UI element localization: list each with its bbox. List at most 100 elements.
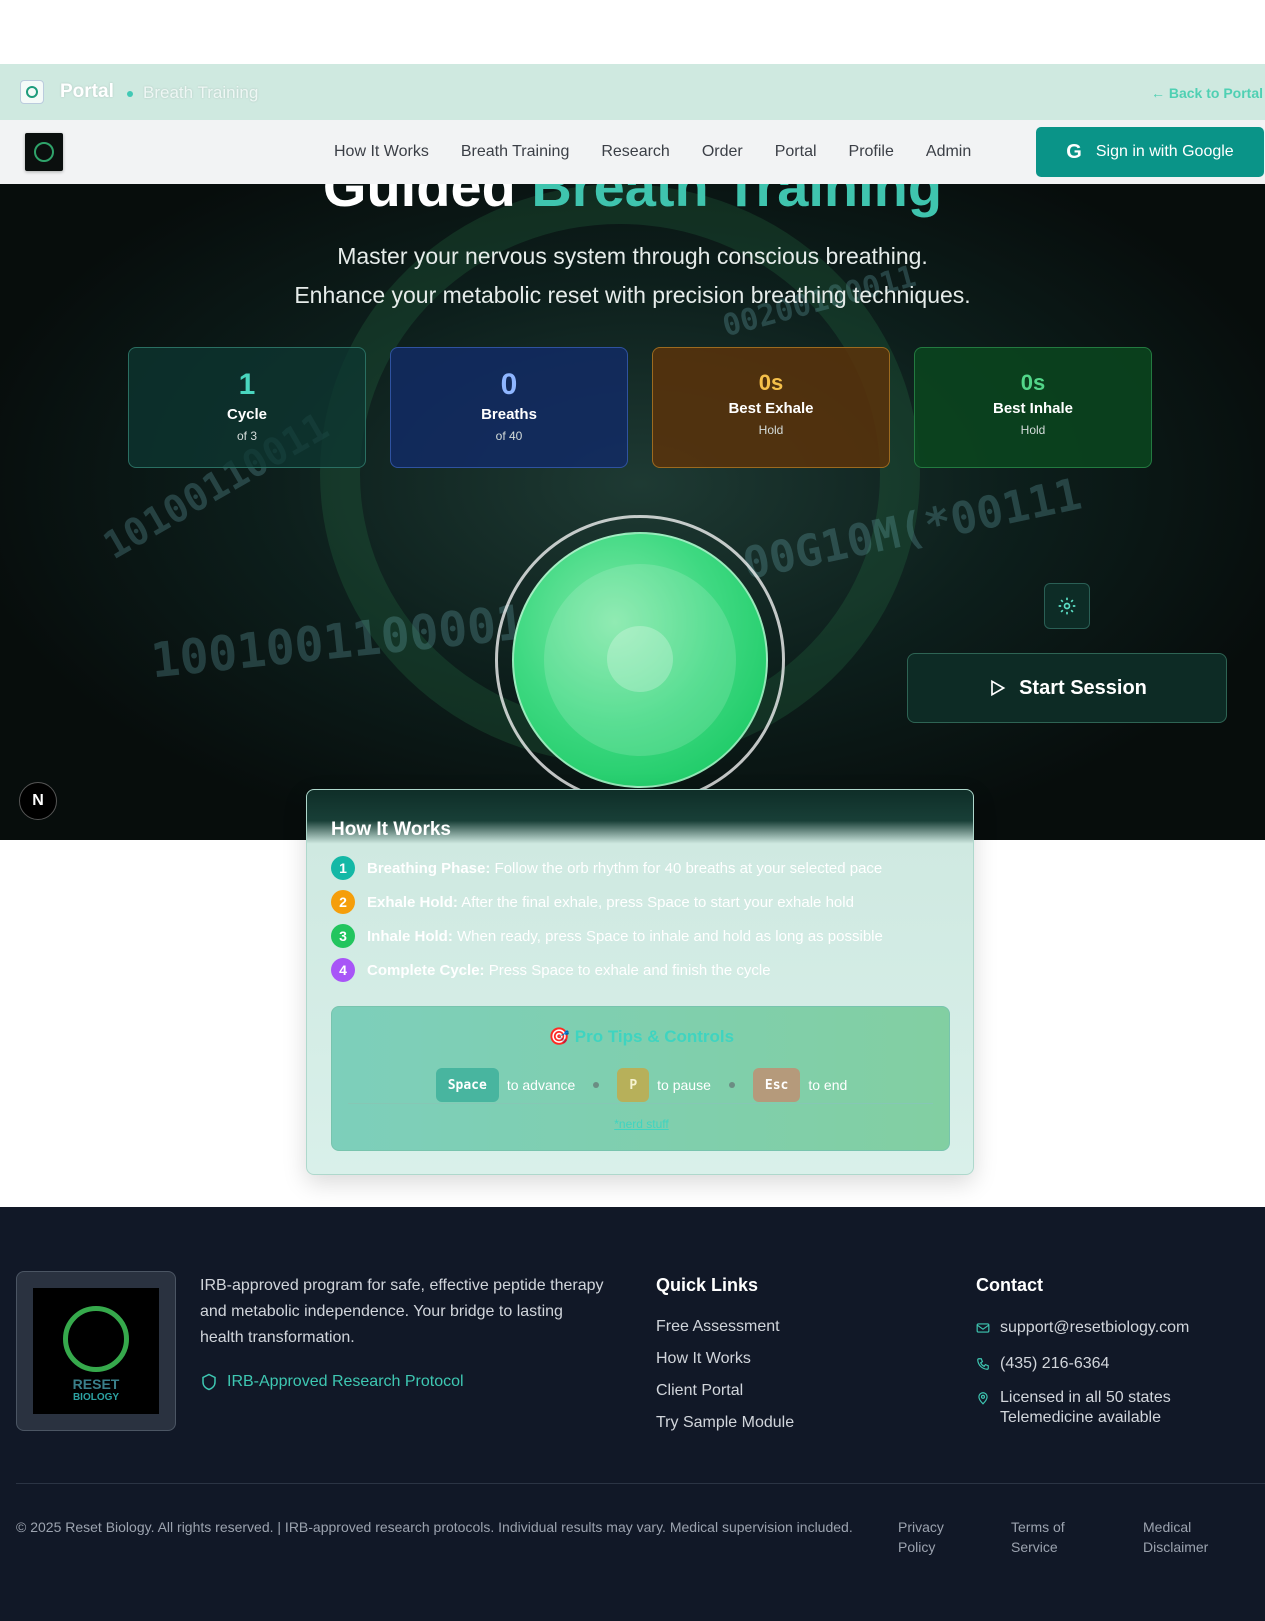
title-plain: Guided <box>322 184 516 218</box>
step-text: Press Space to exhale and finish the cyc… <box>488 961 771 979</box>
how-it-works-card: How It Works 1 Breathing Phase: Follow t… <box>306 789 974 1175</box>
quick-links-title: Quick Links <box>656 1275 759 1295</box>
location-line-2: Telemedicine available <box>1000 1409 1161 1426</box>
stat-card-best-exhale: 0s Best Exhale Hold <box>652 347 890 468</box>
stat-sub: Hold <box>758 423 784 437</box>
step-item: 3 Inhale Hold: When ready, press Space t… <box>331 924 883 948</box>
hero-subtitle-1: Master your nervous system through consc… <box>337 243 928 269</box>
medical-disclaimer-link[interactable]: Medical Disclaimer <box>1143 1517 1233 1557</box>
nav-links: How It Works Breath Training Research Or… <box>334 120 1003 184</box>
nav-order[interactable]: Order <box>702 143 743 161</box>
google-icon: G <box>1066 140 1082 163</box>
nav-how-it-works[interactable]: How It Works <box>334 143 429 161</box>
stat-value: 0s <box>758 370 784 395</box>
bullet-separator <box>728 1082 735 1088</box>
footer-link-free-assessment[interactable]: Free Assessment <box>656 1318 780 1336</box>
step-number: 4 <box>331 958 355 982</box>
contact-phone[interactable]: (435) 216-6364 <box>976 1354 1109 1374</box>
back-to-portal-link[interactable]: ← Back to Portal <box>1151 85 1263 101</box>
stat-label: Best Inhale <box>992 400 1074 417</box>
email-text: support@resetbiology.com <box>1000 1319 1190 1336</box>
stat-sub: Hold <box>1020 423 1046 437</box>
step-item: 2 Exhale Hold: After the final exhale, p… <box>331 890 854 914</box>
google-sign-in-button[interactable]: G Sign in with Google <box>1036 127 1264 177</box>
settings-button[interactable] <box>1044 583 1090 629</box>
step-title: Breathing Phase: <box>367 859 491 877</box>
stat-sub: of 3 <box>236 429 257 443</box>
shield-icon <box>202 1373 216 1391</box>
esc-key-text: to end <box>808 1077 848 1093</box>
step-text: When ready, press Space to inhale and ho… <box>457 927 883 945</box>
stat-card-best-inhale: 0s Best Inhale Hold <box>914 347 1152 468</box>
nav-admin[interactable]: Admin <box>926 143 971 161</box>
nav-portal[interactable]: Portal <box>775 143 817 161</box>
terms-link[interactable]: Terms of Service <box>1011 1517 1091 1557</box>
pro-tips-box: 🎯 Pro Tips & Controls Space to advance P… <box>331 1006 950 1151</box>
contact-title: Contact <box>976 1275 1043 1295</box>
logo-text: BIOLOGY <box>72 1392 120 1403</box>
footer-link-client-portal[interactable]: Client Portal <box>656 1382 743 1400</box>
mail-icon <box>976 1323 990 1333</box>
phone-icon <box>977 1358 989 1370</box>
footer-divider <box>16 1483 1265 1484</box>
space-key-text: to advance <box>506 1077 576 1093</box>
site-footer: RESET BIOLOGY IRB-approved program for s… <box>0 1207 1265 1621</box>
divider <box>348 1103 933 1104</box>
nav-breath-training[interactable]: Breath Training <box>461 143 570 161</box>
step-number: 2 <box>331 890 355 914</box>
start-session-label: Start Session <box>1019 676 1147 699</box>
esc-key: Esc <box>752 1068 801 1102</box>
portal-header: Portal Breath Training ← Back to Portal <box>0 64 1265 120</box>
gear-icon <box>1058 597 1076 615</box>
contact-location: Licensed in all 50 states Telemedicine a… <box>976 1388 1171 1428</box>
privacy-policy-link[interactable]: Privacy Policy <box>898 1517 968 1557</box>
map-pin-icon <box>978 1392 988 1405</box>
step-title: Exhale Hold: <box>367 893 458 911</box>
sign-in-label: Sign in with Google <box>1095 143 1234 160</box>
stat-label: Best Exhale <box>728 400 814 417</box>
pro-tips-title: 🎯 Pro Tips & Controls <box>548 1027 735 1046</box>
portal-subtitle: Breath Training <box>143 83 259 102</box>
space-key: Space <box>435 1068 499 1102</box>
p-key: P <box>617 1068 650 1102</box>
play-icon <box>991 679 1006 697</box>
site-logo[interactable] <box>25 133 63 171</box>
how-it-works-title: How It Works <box>331 819 451 840</box>
main-nav: How It Works Breath Training Research Or… <box>0 120 1265 184</box>
footer-logo-box: RESET BIOLOGY <box>16 1271 176 1431</box>
separator-dot <box>127 91 133 97</box>
dev-indicator-badge[interactable]: N <box>19 782 57 820</box>
dna-ring-icon <box>63 1306 129 1372</box>
hero-subtitle-2: Enhance your metabolic reset with precis… <box>294 282 971 308</box>
location-line-1: Licensed in all 50 states <box>1000 1389 1171 1406</box>
bullet-separator <box>593 1082 600 1088</box>
copyright: © 2025 Reset Biology. All rights reserve… <box>16 1519 853 1535</box>
step-item: 4 Complete Cycle: Press Space to exhale … <box>331 958 771 982</box>
step-number: 3 <box>331 924 355 948</box>
step-title: Complete Cycle: <box>367 961 485 979</box>
nav-research[interactable]: Research <box>601 143 669 161</box>
step-number: 1 <box>331 856 355 880</box>
stat-sub: of 40 <box>495 429 523 443</box>
step-title: Inhale Hold: <box>367 927 453 945</box>
controls-row: Space to advance P to pause Esc to end <box>332 1068 951 1102</box>
contact-email[interactable]: support@resetbiology.com <box>976 1318 1189 1338</box>
irb-badge: IRB-Approved Research Protocol <box>200 1373 464 1391</box>
start-session-button[interactable]: Start Session <box>907 653 1227 723</box>
stat-label: Breaths <box>481 406 537 423</box>
footer-link-sample-module[interactable]: Try Sample Module <box>656 1414 794 1432</box>
step-item: 1 Breathing Phase: Follow the orb rhythm… <box>331 856 882 880</box>
step-text: Follow the orb rhythm for 40 breaths at … <box>494 859 883 877</box>
hero-section: 00200100011 10100110011 00G10M(*00111 10… <box>0 184 1265 840</box>
nerd-stuff-link[interactable]: *nerd stuff <box>332 1117 951 1131</box>
title-accent: Breath Training <box>531 184 943 218</box>
stat-value: 0s <box>1020 370 1046 395</box>
stat-label: Cycle <box>226 406 268 423</box>
portal-logo[interactable] <box>20 80 44 104</box>
page-title: Guided Breath Training <box>0 184 1265 219</box>
phone-text: (435) 216-6364 <box>1000 1355 1110 1372</box>
footer-link-how-it-works[interactable]: How It Works <box>656 1350 751 1368</box>
p-key-text: to pause <box>657 1077 711 1093</box>
nav-profile[interactable]: Profile <box>849 143 894 161</box>
step-text: After the final exhale, press Space to s… <box>461 893 854 911</box>
